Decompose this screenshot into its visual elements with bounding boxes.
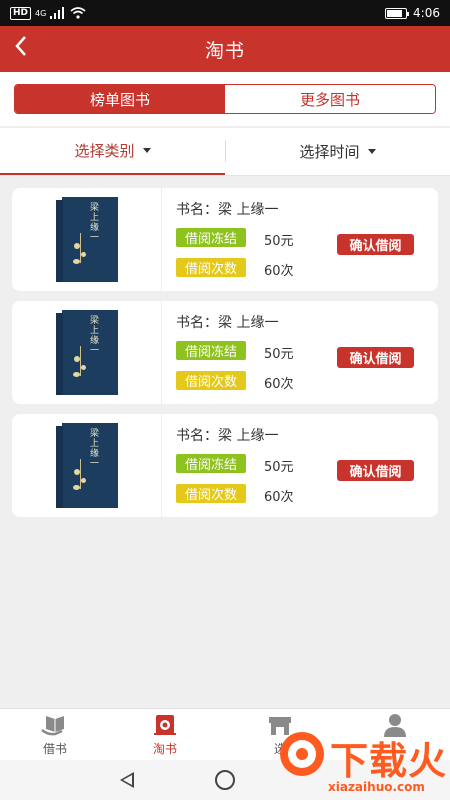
count-value: 60次 (264, 490, 294, 505)
freeze-tag: 借阅冻结 (176, 454, 246, 473)
count-tag: 借阅次数 (176, 258, 246, 277)
book-card: 梁上缘一 书名：梁 上缘一 借阅冻结 50元 借阅次数 60次 确认借阅 (12, 301, 438, 404)
watermark: 下载火 xiazaihuo.com (258, 720, 450, 800)
tab-taoshu[interactable]: 淘书 (125, 713, 205, 759)
book-name: 书名：梁 上缘一 (176, 428, 279, 444)
book-card: 梁上缘一 书名：梁 上缘一 借阅冻结 50元 借阅次数 60次 确认借阅 (12, 188, 438, 291)
app-header: 淘书 (0, 26, 450, 72)
status-bar: HD 4G 4:06 (0, 0, 450, 26)
confirm-borrow-button[interactable]: 确认借阅 (337, 347, 414, 368)
count-value: 60次 (264, 264, 294, 279)
count-tag: 借阅次数 (176, 484, 246, 503)
book-card: 梁上缘一 书名：梁 上缘一 借阅冻结 50元 借阅次数 60次 确认借阅 (12, 414, 438, 517)
bookshelf-icon (154, 715, 176, 735)
book-cover-cell: 梁上缘一 (12, 188, 162, 291)
watermark-logo-icon (280, 732, 324, 776)
nav-back-icon[interactable] (120, 772, 134, 788)
freeze-value: 50元 (264, 234, 294, 249)
book-cover-title: 梁上缘一 (89, 429, 99, 469)
freeze-value: 50元 (264, 460, 294, 475)
book-name: 书名：梁 上缘一 (176, 315, 279, 331)
hd-badge: HD (10, 6, 32, 20)
freeze-tag: 借阅冻结 (176, 228, 246, 247)
book-cover-cell: 梁上缘一 (12, 301, 162, 404)
book-cover-image: 梁上缘一 (55, 423, 118, 508)
caret-down-icon (142, 148, 151, 153)
book-name: 书名：梁 上缘一 (176, 202, 279, 218)
freeze-value: 50元 (264, 347, 294, 362)
filter-category[interactable]: 选择类别 (0, 128, 225, 175)
page-title: 淘书 (204, 39, 245, 62)
chevron-left-icon[interactable] (14, 34, 28, 64)
confirm-borrow-button[interactable]: 确认借阅 (337, 460, 414, 481)
segmented-control: 榜单图书 更多图书 (14, 84, 436, 114)
wifi-icon (70, 7, 86, 19)
watermark-text: 下载火 (330, 739, 448, 783)
count-tag: 借阅次数 (176, 371, 246, 390)
freeze-tag: 借阅冻结 (176, 341, 246, 360)
book-cover-image: 梁上缘一 (55, 310, 118, 395)
book-cover-title: 梁上缘一 (89, 316, 99, 356)
clock: 4:06 (413, 6, 440, 20)
book-cover-cell: 梁上缘一 (12, 414, 162, 517)
book-cover-image: 梁上缘一 (55, 197, 118, 282)
segment-ranking-books[interactable]: 榜单图书 (15, 85, 225, 113)
filter-time-label: 选择时间 (299, 143, 360, 161)
open-book-hand-icon (41, 716, 64, 736)
filter-time[interactable]: 选择时间 (225, 128, 450, 175)
filter-divider (225, 140, 226, 162)
count-value: 60次 (264, 377, 294, 392)
segment-more-books[interactable]: 更多图书 (225, 85, 435, 113)
caret-down-icon (367, 149, 376, 154)
nav-home-icon[interactable] (215, 770, 235, 790)
tab-borrow[interactable]: 借书 (15, 713, 95, 759)
book-cover-title: 梁上缘一 (89, 203, 99, 243)
network-type: 4G (35, 8, 47, 18)
confirm-borrow-button[interactable]: 确认借阅 (337, 234, 414, 255)
watermark-url: xiazaihuo.com (328, 780, 425, 794)
filter-category-label: 选择类别 (74, 142, 135, 160)
battery-icon (385, 7, 410, 19)
signal-icon (50, 7, 65, 19)
segment-container: 榜单图书 更多图书 (0, 72, 450, 126)
